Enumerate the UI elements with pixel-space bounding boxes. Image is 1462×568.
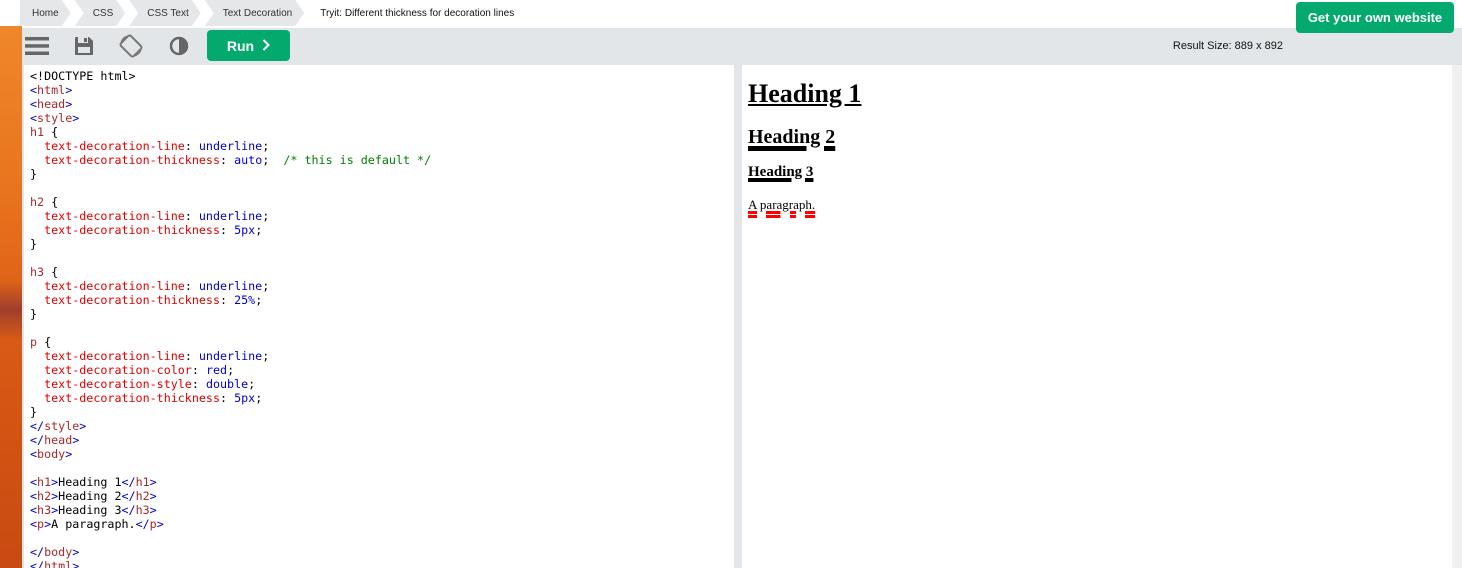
code-line: text-decoration-thickness: 5px; xyxy=(44,223,263,237)
code-line: h2 { xyxy=(30,195,59,209)
result-scrollbar[interactable] xyxy=(1452,65,1462,568)
code-line: </body> xyxy=(30,545,80,559)
breadcrumb: Home CSS CSS Text Text Decoration Tryit:… xyxy=(0,0,1462,26)
code-line: text-decoration-thickness: 5px; xyxy=(44,391,263,405)
breadcrumb-text-decoration[interactable]: Text Decoration xyxy=(205,0,304,26)
code-text[interactable]: <!DOCTYPE html> <html> <head> <style> h1 { t… xyxy=(24,65,734,568)
code-line: h3 { xyxy=(30,265,59,279)
code-line: text-decoration-line: underline; xyxy=(44,139,270,153)
code-line: h1 { xyxy=(30,125,59,139)
run-button-label: Run xyxy=(226,37,255,54)
code-line: } xyxy=(30,307,38,321)
desktop-wallpaper xyxy=(0,0,22,568)
result-heading-1: Heading 1 xyxy=(748,79,862,108)
code-line: } xyxy=(30,237,38,251)
code-line: text-decoration-thickness: auto; /* this… xyxy=(44,153,432,167)
breadcrumb-css[interactable]: CSS xyxy=(75,0,126,26)
code-line: p { xyxy=(30,335,52,349)
code-line: <p>A paragraph.</p> xyxy=(30,517,164,531)
result-heading-2: Heading 2 xyxy=(748,126,836,148)
breadcrumb-home[interactable]: Home xyxy=(20,0,71,26)
get-own-website-button[interactable]: Get your own website xyxy=(1296,2,1454,33)
result-frame: Heading 1 Heading 2 Heading 3 A paragrap… xyxy=(742,65,1452,568)
code-line: <h1>Heading 1</h1> xyxy=(30,475,157,489)
breadcrumb-current-page: Tryit: Different thickness for decoratio… xyxy=(320,7,515,19)
chevron-right-icon xyxy=(262,38,271,54)
code-line: text-decoration-style: double; xyxy=(44,377,256,391)
code-line: <h3>Heading 3</h3> xyxy=(30,503,157,517)
code-line: text-decoration-line: underline; xyxy=(44,209,270,223)
code-editor[interactable]: <!DOCTYPE html> <html> <head> <style> h1 { t… xyxy=(24,65,734,568)
code-line: <body> xyxy=(30,447,73,461)
code-line: <h2>Heading 2</h2> xyxy=(30,489,157,503)
code-line: } xyxy=(30,405,38,419)
result-size: Result Size: 889 x 892 xyxy=(1172,40,1283,52)
code-line: <style> xyxy=(30,111,80,125)
code-line: <head> xyxy=(30,97,73,111)
menu-icon[interactable] xyxy=(24,33,50,59)
code-line: <html> xyxy=(30,83,73,97)
run-button[interactable]: Run xyxy=(207,30,290,61)
code-line: <!DOCTYPE html> xyxy=(30,69,136,83)
breadcrumb-css-text[interactable]: CSS Text xyxy=(129,0,201,26)
result-heading-3: Heading 3 xyxy=(748,164,814,180)
editor-toolbar: Run Result Size: 889 x 892 xyxy=(22,28,1462,64)
code-line: text-decoration-thickness: 25%; xyxy=(44,293,263,307)
result-paragraph: A paragraph. xyxy=(748,197,816,212)
contrast-icon[interactable] xyxy=(166,33,192,59)
code-line: } xyxy=(30,167,38,181)
rotate-layout-icon[interactable] xyxy=(118,33,144,59)
code-line: </html> xyxy=(30,559,80,568)
code-line: </style> xyxy=(30,419,87,433)
code-line: </head> xyxy=(30,433,80,447)
save-icon[interactable] xyxy=(71,33,97,59)
code-line: text-decoration-line: underline; xyxy=(44,279,270,293)
code-line: text-decoration-line: underline; xyxy=(44,349,270,363)
code-line: text-decoration-color: red; xyxy=(44,363,235,377)
